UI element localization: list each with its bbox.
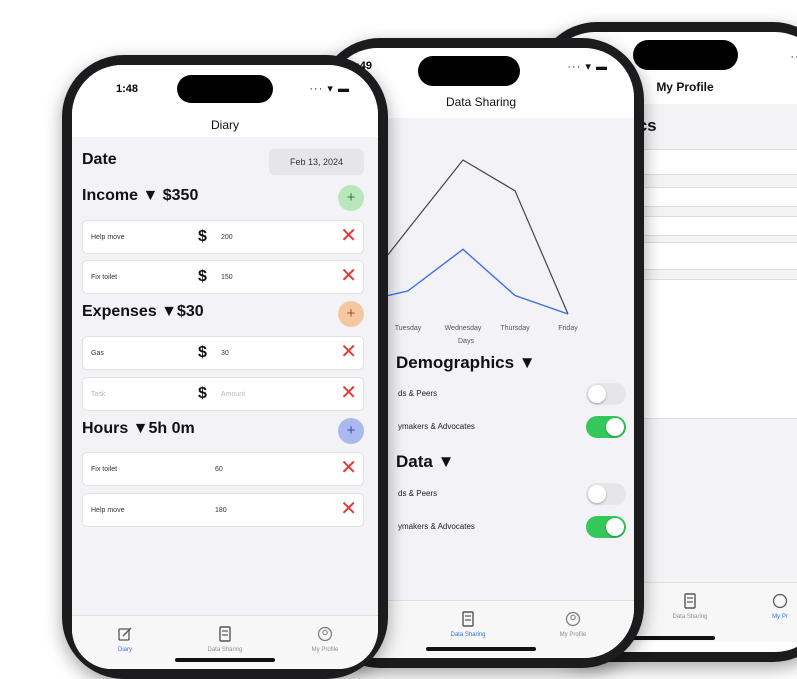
remove-icon[interactable]: ✕ xyxy=(340,225,357,247)
data-header[interactable]: Data ▼ xyxy=(396,452,454,472)
chart-x-ticks: Tuesday Wednesday Thursday Friday xyxy=(395,325,579,332)
minutes-text[interactable]: 60 xyxy=(215,466,223,473)
currency-symbol: $ xyxy=(198,385,207,402)
dynamic-island xyxy=(177,75,273,103)
tab-diary[interactable]: Diary xyxy=(80,626,170,653)
task-text[interactable]: Fix toilet xyxy=(91,274,117,281)
expense-row-new: Task $ Amount ✕ xyxy=(82,377,364,411)
toggle-label-data-friends-peers: ds & Peers xyxy=(398,489,438,498)
tab-label: Data Sharing xyxy=(450,632,486,638)
add-expense-button[interactable]: + xyxy=(338,301,364,327)
edit-icon xyxy=(118,627,132,641)
profile-notes-area[interactable] xyxy=(627,279,797,419)
chart-x-tick-label: Wednesday xyxy=(445,325,482,332)
chart-series-gray xyxy=(387,159,569,315)
remove-icon[interactable]: ✕ xyxy=(340,341,357,363)
toggle-knob xyxy=(588,385,606,403)
date-picker[interactable]: Feb 13, 2024 xyxy=(269,149,364,175)
profile-field-1[interactable] xyxy=(627,149,797,175)
hours-header[interactable]: Hours ▼5h 0m xyxy=(82,420,195,438)
currency-symbol: $ xyxy=(198,228,207,245)
amount-text[interactable]: 30 xyxy=(221,350,229,357)
toggle-knob xyxy=(606,418,624,436)
dynamic-island xyxy=(418,56,520,86)
book-icon xyxy=(462,611,474,627)
profile-field-4[interactable]: ted xyxy=(627,242,797,270)
home-indicator xyxy=(175,658,275,662)
status-icons: ··· ▾ ▬ xyxy=(567,61,608,73)
profile-field-2[interactable] xyxy=(627,187,797,207)
task-input[interactable]: Task xyxy=(91,391,105,398)
tab-data-sharing[interactable]: Data Sharing xyxy=(180,626,270,653)
task-text[interactable]: Help move xyxy=(91,234,124,241)
demographics-header[interactable]: Demographics ▼ xyxy=(396,353,536,373)
toggle-knob xyxy=(588,485,606,503)
minutes-text[interactable]: 180 xyxy=(215,507,227,514)
person-circle-icon xyxy=(317,626,333,642)
chart-x-tick-label: Tuesday xyxy=(395,325,422,332)
tab-my-profile[interactable]: My Profile xyxy=(280,626,370,653)
amount-input[interactable]: Amount xyxy=(221,391,245,398)
tab-label: Data Sharing xyxy=(207,647,243,653)
income-row: Help move $ 200 ✕ xyxy=(82,220,364,254)
toggle-policymakers[interactable] xyxy=(586,416,626,438)
chart-x-tick-label: Thursday xyxy=(500,325,530,332)
task-text[interactable]: Gas xyxy=(91,350,104,357)
expense-row: Gas $ 30 ✕ xyxy=(82,336,364,370)
currency-symbol: $ xyxy=(198,344,207,361)
status-icons: ··· ▾ ▬ xyxy=(309,83,350,95)
person-circle-icon xyxy=(565,611,581,627)
status-icons: ··· ▾ xyxy=(790,51,797,63)
remove-icon[interactable]: ✕ xyxy=(340,382,357,404)
toggle-label-friends-peers: ds & Peers xyxy=(398,389,438,398)
task-text[interactable]: Help move xyxy=(91,507,124,514)
tab-label: Data Sharing xyxy=(672,614,708,620)
book-icon xyxy=(684,593,696,609)
chart-x-tick-label: Friday xyxy=(558,325,578,332)
remove-icon[interactable]: ✕ xyxy=(340,457,357,479)
status-time: 1:48 xyxy=(116,83,139,95)
add-hours-button[interactable]: + xyxy=(338,418,364,444)
diary-title: Diary xyxy=(210,118,239,132)
chart-series-blue xyxy=(387,248,569,315)
chart-x-axis-label: Days xyxy=(458,338,474,345)
stage: ··· ▾ My Profile ics ted Data Sharing xyxy=(0,0,797,679)
toggle-friends-peers[interactable] xyxy=(586,383,626,405)
tab-label: My Pr xyxy=(772,614,788,620)
expenses-header[interactable]: Expenses ▼$30 xyxy=(82,303,204,321)
amount-text[interactable]: 150 xyxy=(221,274,233,281)
tab-data-sharing[interactable]: Data Sharing xyxy=(423,611,513,638)
book-icon xyxy=(219,626,231,642)
toggle-data-friends-peers[interactable] xyxy=(586,483,626,505)
hours-row: Fix toilet 60 ✕ xyxy=(82,452,364,486)
income-row: Fix toilet $ 150 ✕ xyxy=(82,260,364,294)
remove-icon[interactable]: ✕ xyxy=(340,265,357,287)
home-indicator xyxy=(426,647,536,651)
remove-icon[interactable]: ✕ xyxy=(340,498,357,520)
person-circle-icon xyxy=(772,593,788,609)
tab-label: My Profile xyxy=(311,647,339,653)
task-text[interactable]: Fix toilet xyxy=(91,466,117,473)
tab-data-sharing[interactable]: Data Sharing xyxy=(645,593,735,620)
toggle-label-data-policymakers: ymakers & Advocates xyxy=(398,522,475,531)
add-income-button[interactable]: + xyxy=(338,185,364,211)
toggle-label-policymakers: ymakers & Advocates xyxy=(398,422,475,431)
toggle-knob xyxy=(606,518,624,536)
income-header[interactable]: Income ▼ $350 xyxy=(82,187,198,205)
tab-my-profile[interactable]: My Pr xyxy=(735,593,797,620)
tab-label: Diary xyxy=(117,647,132,653)
tab-label: My Profile xyxy=(559,632,587,638)
phone-diary: 1:48 ··· ▾ ▬ Diary Date Feb 13, 2024 Inc… xyxy=(62,55,388,679)
amount-text[interactable]: 200 xyxy=(221,234,233,241)
dynamic-island xyxy=(633,40,738,70)
currency-symbol: $ xyxy=(198,268,207,285)
hours-row: Help move 180 ✕ xyxy=(82,493,364,527)
profile-field-3[interactable] xyxy=(627,216,797,236)
toggle-data-policymakers[interactable] xyxy=(586,516,626,538)
date-label: Date xyxy=(82,151,117,168)
diary-screen: 1:48 ··· ▾ ▬ Diary Date Feb 13, 2024 Inc… xyxy=(72,65,378,669)
tab-my-profile[interactable]: My Profile xyxy=(528,611,618,638)
